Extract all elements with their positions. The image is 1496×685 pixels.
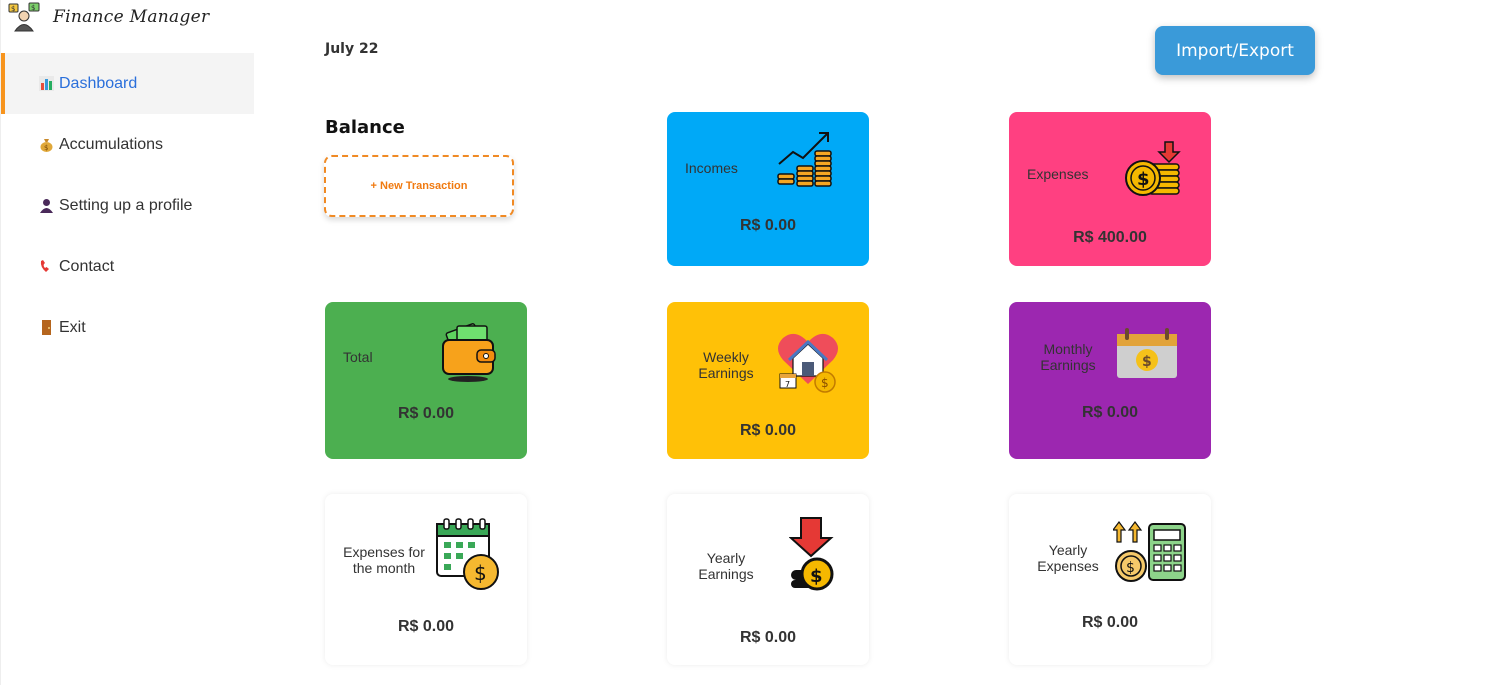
current-date: July 22 <box>325 41 379 57</box>
svg-text:$: $ <box>44 144 48 152</box>
phone-icon <box>39 259 54 274</box>
monthly-earnings-card: Monthly Earnings $ R$ 0.00 <box>1009 302 1211 459</box>
weekly-earnings-card: Weekly Earnings 7 $ R$ 0.00 <box>667 302 869 459</box>
sidebar-item-label: Exit <box>59 318 86 336</box>
svg-text:$: $ <box>474 561 487 585</box>
card-label: Expenses for the month <box>343 544 425 576</box>
card-value: R$ 0.00 <box>397 405 455 422</box>
card-value: R$ 0.00 <box>1081 404 1139 421</box>
card-value: R$ 0.00 <box>1081 614 1139 631</box>
app-title: Finance Manager <box>53 7 210 27</box>
card-value: R$ 400.00 <box>1073 229 1147 246</box>
expenses-month-card: Expenses for the month $ R$ 0.00 <box>325 494 527 665</box>
sidebar: $ $ Finance Manager Dashboard $ Accumula… <box>0 0 254 685</box>
sidebar-nav: Dashboard $ Accumulations Setting up a p… <box>1 53 254 358</box>
import-export-button[interactable]: Import/Export <box>1155 26 1315 75</box>
card-value: R$ 0.00 <box>739 422 797 439</box>
door-icon <box>39 320 54 335</box>
wallet-icon <box>441 322 497 388</box>
card-label: Weekly Earnings <box>698 349 754 381</box>
money-bag-icon: $ <box>39 137 54 152</box>
sidebar-item-dashboard[interactable]: Dashboard <box>1 53 254 114</box>
coins-down-icon: $ <box>1123 140 1181 202</box>
card-label: Incomes <box>685 160 738 176</box>
card-label: Expenses <box>1027 166 1089 182</box>
calculator-coin-icon: $ <box>1111 520 1189 588</box>
svg-text:$: $ <box>821 376 829 390</box>
card-value: R$ 0.00 <box>739 629 797 646</box>
total-card: Total R$ 0.00 <box>325 302 527 459</box>
sidebar-item-label: Contact <box>59 257 115 275</box>
svg-text:$: $ <box>11 5 15 13</box>
yearly-earnings-card: Yearly Earnings $ R$ 0.00 <box>667 494 869 665</box>
balance-title: Balance <box>325 117 405 134</box>
sidebar-item-label: Dashboard <box>59 74 138 92</box>
card-label: Monthly Earnings <box>1040 341 1096 373</box>
coins-growth-icon <box>775 130 835 192</box>
expenses-card: Expenses $ R$ 400.00 <box>1009 112 1211 266</box>
sidebar-item-profile[interactable]: Setting up a profile <box>1 175 254 236</box>
heart-house-icon: 7 $ <box>775 330 841 398</box>
svg-text:$: $ <box>1126 560 1135 576</box>
sidebar-item-exit[interactable]: Exit <box>1 297 254 358</box>
card-label: Yearly Earnings <box>698 550 754 582</box>
svg-text:$: $ <box>810 566 823 587</box>
finance-manager-logo-icon: $ $ <box>7 2 41 32</box>
calendar-coin-icon: $ <box>435 518 503 596</box>
coin-down-arrow-icon: $ <box>788 516 837 596</box>
svg-text:7: 7 <box>785 380 790 389</box>
svg-text:$: $ <box>31 4 35 12</box>
calendar-money-icon: $ <box>1115 326 1179 384</box>
svg-text:$: $ <box>1142 354 1152 370</box>
sidebar-item-label: Setting up a profile <box>59 196 193 214</box>
brand: $ $ Finance Manager <box>7 2 209 32</box>
sidebar-item-accumulations[interactable]: $ Accumulations <box>1 114 254 175</box>
sidebar-item-contact[interactable]: Contact <box>1 236 254 297</box>
sidebar-item-label: Accumulations <box>59 135 164 153</box>
new-transaction-button[interactable]: + New Transaction <box>324 155 514 217</box>
card-label: Total <box>343 349 373 365</box>
bar-chart-icon <box>39 76 54 91</box>
card-value: R$ 0.00 <box>397 618 455 635</box>
card-label: Yearly Expenses <box>1037 542 1099 574</box>
incomes-card: Incomes R$ 0.00 <box>667 112 869 266</box>
user-icon <box>39 198 54 213</box>
svg-text:$: $ <box>1137 169 1150 190</box>
card-value: R$ 0.00 <box>739 217 797 234</box>
yearly-expenses-card: Yearly Expenses $ R$ 0.00 <box>1009 494 1211 665</box>
